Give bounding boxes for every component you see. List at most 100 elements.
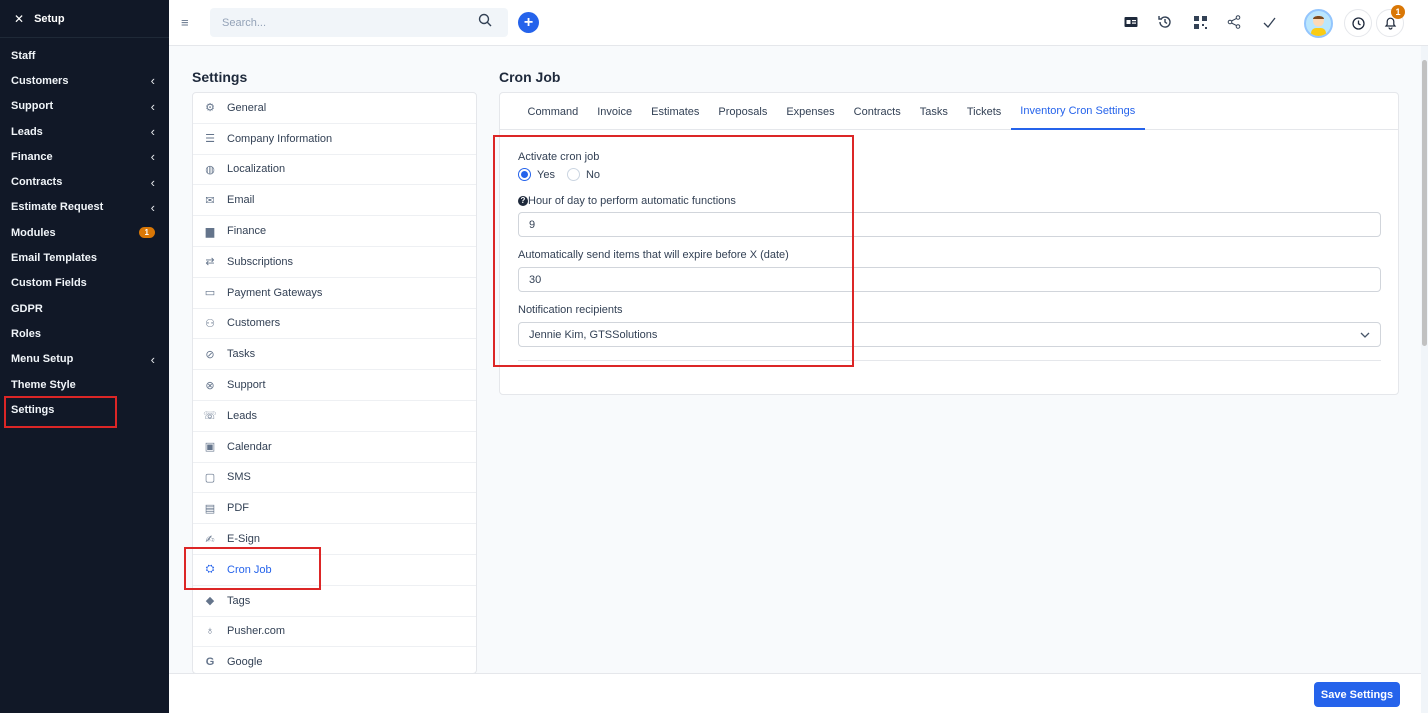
search-icon[interactable] (478, 13, 492, 27)
settings-item-tasks[interactable]: ⊘ Tasks (193, 339, 476, 371)
settings-item-label: Customers (227, 317, 281, 330)
settings-item-label: Tasks (227, 348, 256, 361)
settings-item-google[interactable]: G Google (193, 647, 476, 673)
sidebar-item-label: Support (11, 100, 54, 113)
document-icon: ▤ (204, 502, 216, 515)
settings-item-email[interactable]: ✉ Email (193, 185, 476, 217)
credit-card-icon: ▭ (204, 287, 216, 300)
sidebar-item-label: Roles (11, 327, 41, 340)
sidebar-item-gdpr[interactable]: GDPR (0, 296, 169, 321)
sidebar-item-label: Custom Fields (11, 277, 87, 290)
save-settings-button[interactable]: Save Settings (1314, 682, 1400, 707)
settings-item-localization[interactable]: ◍ Localization (193, 155, 476, 186)
sidebar-item-finance[interactable]: Finance ‹ (0, 144, 169, 169)
settings-item-finance[interactable]: ▆ Finance (193, 216, 476, 247)
sidebar-item-label: Contracts (11, 176, 63, 189)
clock-icon (1351, 16, 1365, 30)
settings-item-payment-gateways[interactable]: ▭ Payment Gateways (193, 278, 476, 309)
settings-item-sms[interactable]: ▢ SMS (193, 463, 476, 494)
signature-icon: ✍ (205, 533, 215, 546)
calendar-icon: ▣ (204, 441, 216, 454)
avatar[interactable] (1304, 9, 1333, 38)
sidebar-item-settings[interactable]: Settings (0, 396, 169, 429)
tab-tickets[interactable]: Tickets (957, 93, 1010, 130)
sidebar-item-custom-fields[interactable]: Custom Fields (0, 271, 169, 296)
sidebar-item-menu-setup[interactable]: Menu Setup ‹ (0, 347, 169, 372)
sidebar-item-customers[interactable]: Customers ‹ (0, 68, 169, 93)
sidebar-item-roles[interactable]: Roles (0, 321, 169, 346)
settings-title: Settings (192, 69, 248, 85)
settings-item-pdf[interactable]: ▤ PDF (193, 493, 476, 525)
settings-item-label: Support (227, 379, 266, 392)
settings-item-calendar[interactable]: ▣ Calendar (193, 432, 476, 463)
cron-job-highlight (184, 547, 321, 590)
tab-inventory-cron-settings[interactable]: Inventory Cron Settings (1010, 93, 1145, 130)
sidebar: ✕ Setup Staff Customers ‹ Support ‹ Leads ‹… (0, 0, 169, 713)
history-icon[interactable] (1156, 13, 1174, 31)
sidebar-item-leads[interactable]: Leads ‹ (0, 119, 169, 144)
sidebar-item-estimate-request[interactable]: Estimate Request ‹ (0, 195, 169, 220)
settings-item-label: Localization (227, 163, 286, 176)
checkmark-icon[interactable] (1260, 13, 1278, 31)
chevron-left-icon: ‹ (150, 98, 155, 114)
settings-item-support[interactable]: ⊗ Support (193, 370, 476, 401)
topbar: ≡ + 1 (169, 0, 1428, 46)
tab-estimates[interactable]: Estimates (642, 93, 709, 130)
envelope-icon: ✉ (205, 194, 215, 207)
sidebar-menu: Staff Customers ‹ Support ‹ Leads ‹ Finance… (0, 38, 169, 429)
menu-toggle-icon[interactable]: ≡ (181, 15, 189, 30)
chevron-left-icon: ‹ (150, 73, 155, 89)
settings-item-label: Tags (227, 594, 251, 607)
chevron-left-icon: ‹ (150, 174, 155, 190)
sidebar-item-modules[interactable]: Modules 1 (0, 220, 169, 245)
search-input[interactable] (210, 8, 508, 37)
sidebar-item-support[interactable]: Support ‹ (0, 94, 169, 119)
tag-icon: ◆ (205, 595, 215, 608)
bottom-bar: Save Settings (169, 673, 1421, 713)
gear-icon: ⚙ (205, 102, 215, 115)
google-icon: G (205, 656, 215, 669)
sidebar-item-email-templates[interactable]: Email Templates (0, 245, 169, 270)
settings-item-company-information[interactable]: ☰ Company Information (193, 124, 476, 155)
tab-command[interactable]: Command (518, 93, 588, 130)
sidebar-item-label: Finance (11, 150, 53, 163)
settings-item-tags[interactable]: ◆ Tags (193, 586, 476, 617)
phone-icon: ☏ (203, 410, 217, 423)
tab-tasks[interactable]: Tasks (910, 93, 957, 130)
share-icon[interactable] (1225, 13, 1243, 31)
settings-item-general[interactable]: ⚙ General (193, 93, 476, 124)
timer-button[interactable] (1344, 9, 1372, 37)
sidebar-item-theme-style[interactable]: Theme Style (0, 372, 169, 397)
tab-contracts[interactable]: Contracts (844, 93, 910, 130)
sidebar-item-staff[interactable]: Staff (0, 43, 169, 68)
settings-item-pusher[interactable]: ♁ Pusher.com (193, 617, 476, 648)
scrollbar-thumb[interactable] (1422, 60, 1427, 346)
tab-invoice[interactable]: Invoice (588, 93, 642, 130)
chevron-left-icon: ‹ (150, 351, 155, 367)
settings-item-label: General (227, 101, 267, 114)
settings-item-label: Payment Gateways (227, 286, 323, 299)
contact-card-icon[interactable] (1122, 13, 1140, 31)
sidebar-header-title: Setup (34, 12, 65, 25)
tab-proposals[interactable]: Proposals (709, 93, 777, 130)
settings-item-label: SMS (227, 471, 251, 484)
qr-code-icon[interactable] (1191, 13, 1209, 31)
settings-item-subscriptions[interactable]: ⇄ Subscriptions (193, 247, 476, 278)
chat-icon: ▢ (204, 471, 216, 484)
close-icon[interactable]: ✕ (14, 12, 24, 26)
sidebar-item-label: Settings (11, 403, 55, 416)
lifebuoy-icon: ⊗ (205, 379, 215, 392)
check-circle-icon: ⊘ (205, 348, 215, 361)
settings-item-label: Pusher.com (227, 625, 286, 638)
tab-expenses[interactable]: Expenses (777, 93, 844, 130)
cron-tabs: Command Invoice Estimates Proposals Expe… (500, 93, 1398, 130)
sidebar-item-contracts[interactable]: Contracts ‹ (0, 169, 169, 194)
quick-create-button[interactable]: + (518, 12, 539, 33)
settings-item-label: Subscriptions (227, 255, 294, 268)
repeat-icon: ⇄ (205, 256, 215, 269)
chevron-left-icon: ‹ (150, 124, 155, 140)
sidebar-item-label: Modules (11, 226, 56, 239)
chevron-left-icon: ‹ (150, 199, 155, 215)
settings-item-leads[interactable]: ☏ Leads (193, 401, 476, 432)
settings-item-customers[interactable]: ⚇ Customers (193, 309, 476, 340)
